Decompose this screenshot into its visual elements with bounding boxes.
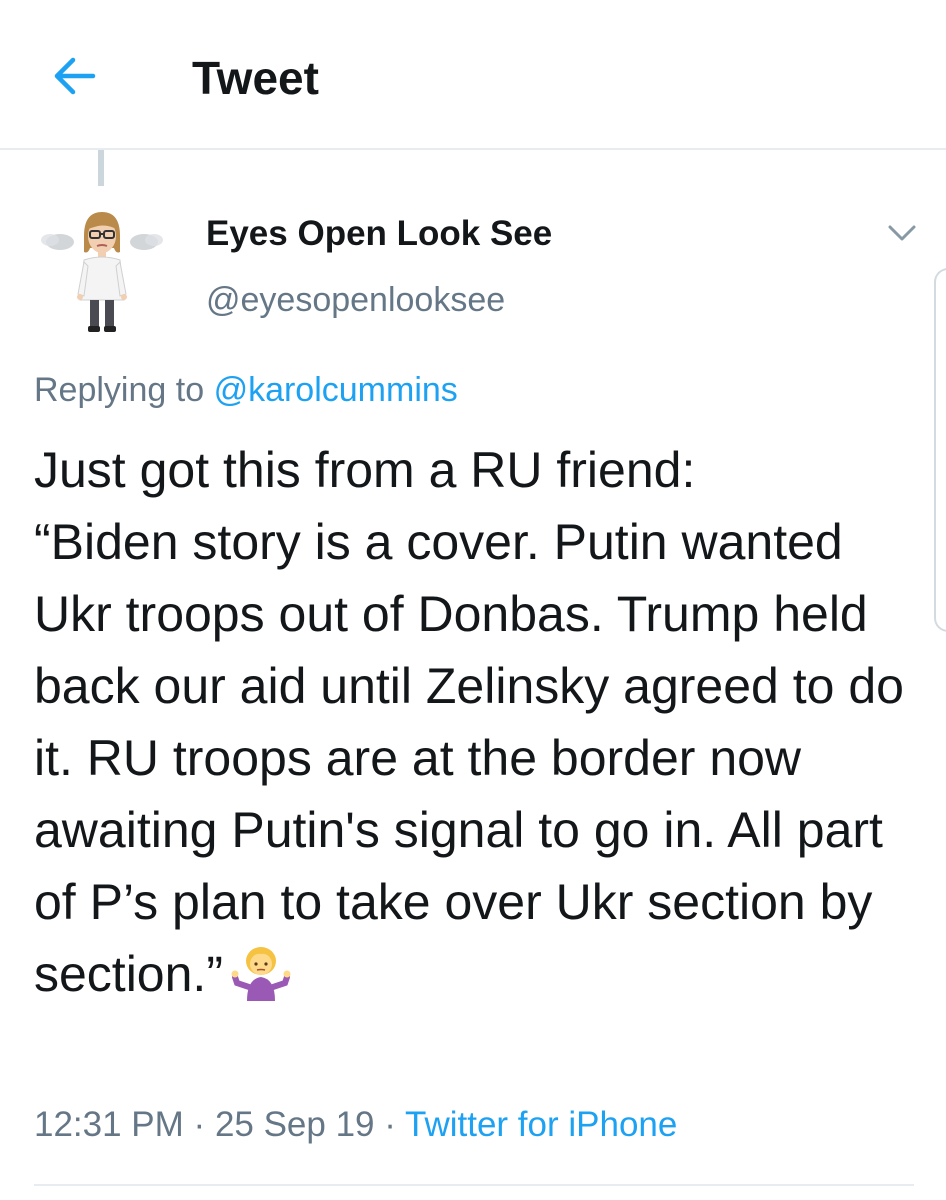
tweet-menu-button[interactable] bbox=[884, 218, 920, 248]
author-handle[interactable]: @eyesopenlooksee bbox=[206, 278, 505, 322]
reply-mention-link[interactable]: @karolcummins bbox=[214, 371, 458, 409]
avatar[interactable] bbox=[40, 204, 164, 336]
tweet-text: Just got this from a RU friend: “Biden s… bbox=[34, 442, 904, 1002]
tweet-date: 25 Sep 19 bbox=[214, 1105, 375, 1144]
page-title: Tweet bbox=[192, 52, 319, 104]
back-button[interactable] bbox=[48, 52, 100, 100]
thread-connector-line bbox=[98, 150, 104, 186]
divider bbox=[34, 1184, 914, 1186]
person-shrugging-emoji bbox=[231, 943, 291, 1003]
tweet-body: Just got this from a RU friend: “Biden s… bbox=[34, 434, 924, 1010]
tweet-meta: 12:31 PM · 25 Sep 19 · Twitter for iPhon… bbox=[34, 1102, 677, 1148]
scroll-indicator[interactable] bbox=[934, 268, 946, 632]
arrow-left-icon bbox=[54, 57, 96, 95]
tweet-time: 12:31 PM bbox=[34, 1105, 184, 1144]
meta-separator: · bbox=[384, 1105, 396, 1144]
author-display-name[interactable]: Eyes Open Look See bbox=[206, 212, 552, 256]
bitmoji-avatar-image bbox=[41, 212, 163, 332]
replying-prefix: Replying to bbox=[34, 371, 205, 409]
chevron-down-icon bbox=[888, 225, 916, 241]
tweet-source-link[interactable]: Twitter for iPhone bbox=[405, 1105, 677, 1144]
replying-to-line: Replying to @karolcummins bbox=[34, 368, 458, 412]
top-bar: Tweet bbox=[0, 0, 946, 150]
meta-separator: · bbox=[193, 1105, 206, 1144]
